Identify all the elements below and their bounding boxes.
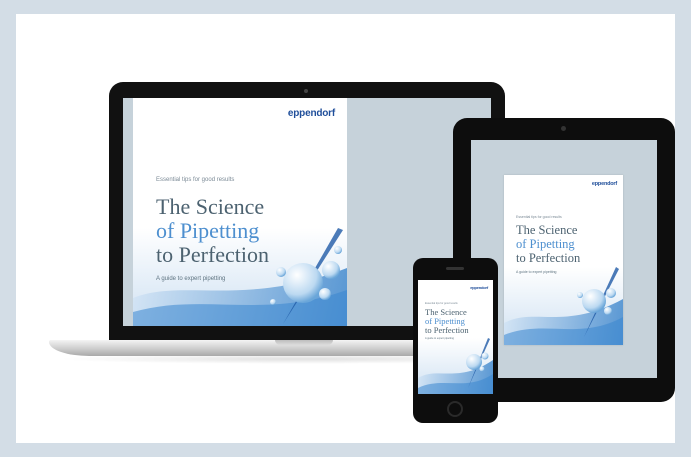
tablet-camera-icon [561, 126, 566, 131]
brand-logo: eppendorf [470, 285, 488, 290]
cover-title-line1: The Science [516, 223, 578, 237]
cover-tagline: Essential tips for good results [516, 215, 562, 219]
cover-title-line2: of Pipetting [516, 237, 575, 251]
laptop-camera-icon [304, 89, 308, 93]
phone-book-cover: eppendorf Essential tips for good result… [418, 280, 493, 394]
phone-speaker [446, 267, 464, 270]
laptop-notch [275, 340, 333, 345]
home-button-icon[interactable] [447, 401, 463, 417]
wave-bubbles-illustration [418, 338, 493, 394]
cover-tagline: Essential tips for good results [156, 177, 235, 183]
wave-bubbles-illustration [504, 267, 623, 345]
cover-title-line2: of Pipetting [156, 218, 260, 243]
cover-title-line1: The Science [156, 194, 265, 219]
cover-title-line3: to Perfection [156, 242, 270, 267]
phone-screen: eppendorf Essential tips for good result… [418, 280, 493, 394]
cover-subtitle: A guide to expert pipetting [516, 270, 557, 274]
tablet-screen: eppendorf Essential tips for good result… [471, 140, 657, 378]
laptop-book-cover: eppendorf Essential tips for good result… [133, 98, 347, 326]
cover-subtitle: A guide to expert pipetting [425, 337, 454, 340]
tablet-book-cover: eppendorf Essential tips for good result… [504, 175, 623, 345]
cover-title-line3: to Perfection [425, 325, 469, 335]
cover-tagline: Essential tips for good results [425, 302, 458, 305]
brand-logo: eppendorf [287, 108, 335, 119]
showcase-stage: eppendorf Essential tips for good result… [16, 14, 675, 443]
cover-title-line3: to Perfection [516, 251, 581, 265]
phone-device: eppendorf Essential tips for good result… [413, 258, 498, 423]
brand-logo: eppendorf [591, 181, 617, 187]
cover-subtitle: A guide to expert pipetting [156, 276, 226, 282]
